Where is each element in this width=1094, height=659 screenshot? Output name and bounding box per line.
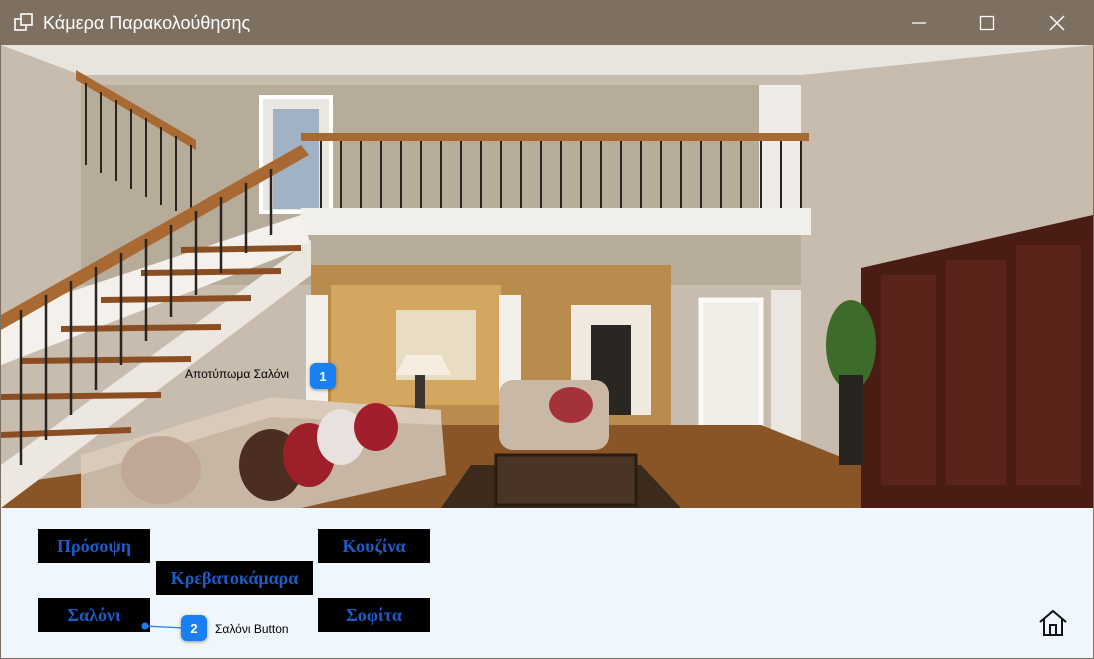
living-room-capture-label: Αποτύπωμα Σαλόνι [185, 367, 290, 381]
room-button-living-room[interactable]: Σαλόνι [38, 598, 150, 632]
home-button[interactable] [1037, 607, 1069, 639]
window-title: Κάμερα Παρακολούθησης [43, 13, 251, 33]
annotation-marker-2: 2 [181, 615, 207, 641]
maximize-icon [979, 15, 995, 31]
app-window: Κάμερα Παρακολούθησης Αποτύπωμα Σαλόνι 1… [0, 0, 1094, 659]
app-icon [14, 13, 33, 31]
room-button-bedroom[interactable]: Κρεβατοκάμαρα [156, 561, 313, 595]
room-button-kitchen[interactable]: Κουζίνα [318, 529, 430, 563]
annotation-marker-1: 1 [310, 363, 336, 389]
room-button-attic[interactable]: Σοφίτα [318, 598, 430, 632]
living-room-scene [1, 45, 1093, 508]
title-bar: Κάμερα Παρακολούθησης [1, 1, 1093, 45]
room-selector-panel: Πρόσοψη Κουζίνα Κρεβατοκάμαρα Σαλόνι Σοφ… [1, 508, 1093, 658]
home-icon [1039, 609, 1067, 636]
close-button[interactable] [1023, 1, 1091, 45]
close-icon [1049, 15, 1065, 31]
camera-feed-image: Αποτύπωμα Σαλόνι 1 [1, 45, 1093, 508]
annotation-connector [141, 622, 184, 630]
minimize-button[interactable] [885, 1, 953, 45]
minimize-icon [912, 22, 926, 24]
maximize-button[interactable] [953, 1, 1021, 45]
living-room-button-label: Σαλόνι Button [215, 622, 289, 636]
room-button-front[interactable]: Πρόσοψη [38, 529, 150, 563]
